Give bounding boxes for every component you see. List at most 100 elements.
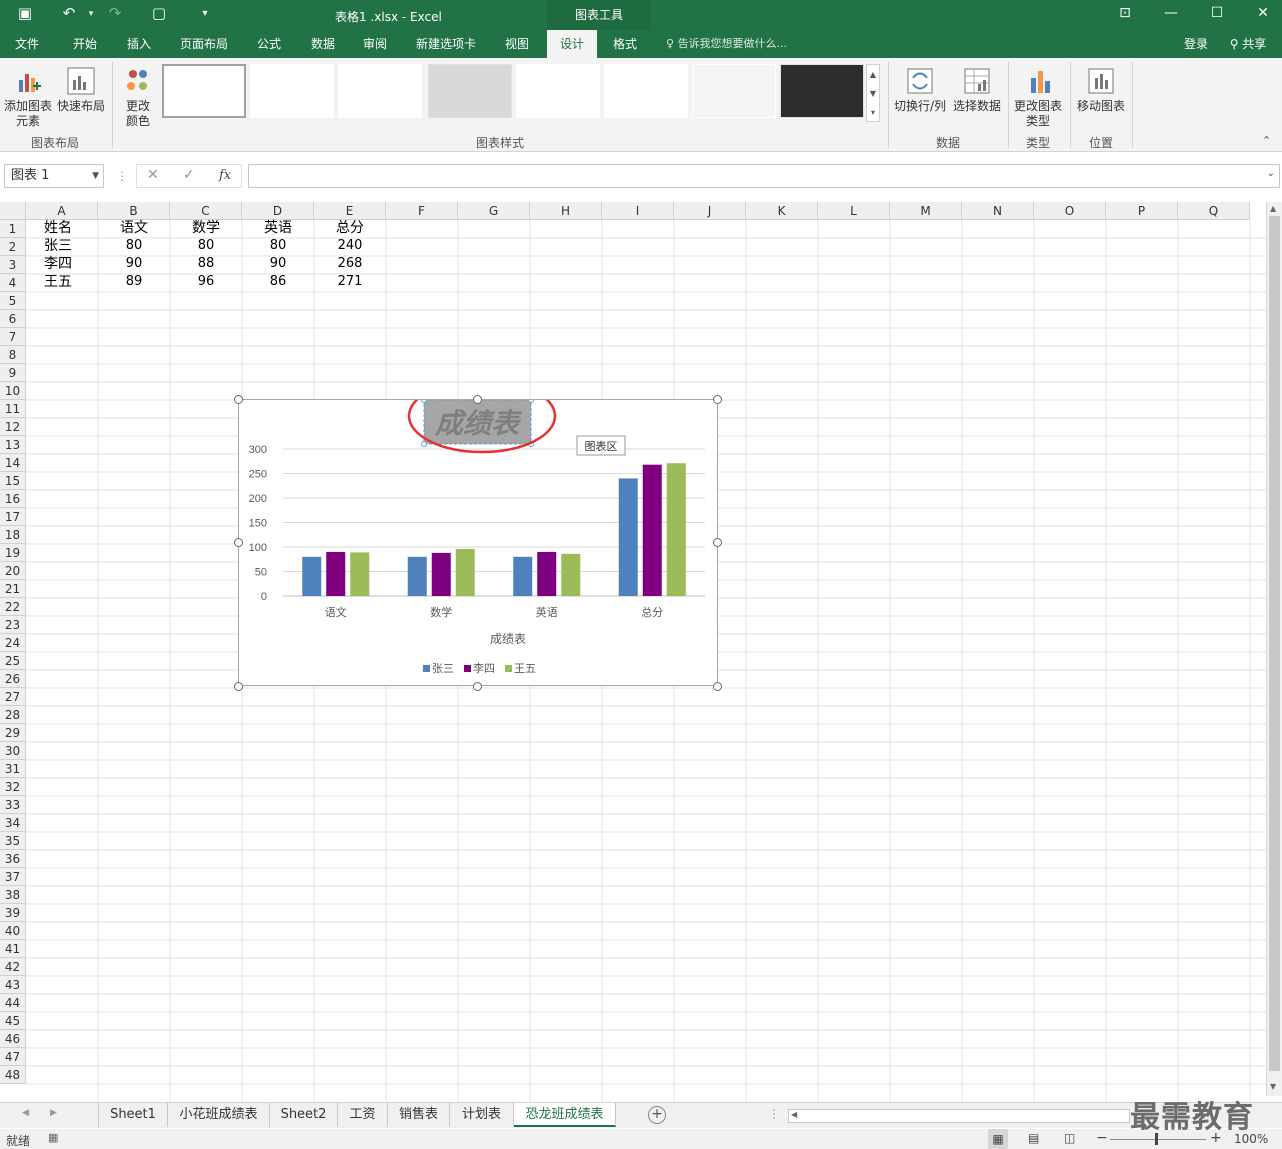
add-sheet-button[interactable]: +: [648, 1106, 666, 1124]
maximize-icon[interactable]: ☐: [1202, 5, 1232, 21]
row-header-38[interactable]: 38: [0, 886, 26, 904]
tab-view[interactable]: 视图: [494, 30, 540, 58]
tab-format[interactable]: 格式: [602, 30, 648, 58]
tab-new[interactable]: 新建选项卡: [406, 30, 486, 58]
switch-row-column-button[interactable]: 切换行/列: [892, 66, 948, 114]
column-header-Q[interactable]: Q: [1178, 202, 1250, 220]
change-chart-type-button[interactable]: 更改图表类型: [1012, 66, 1066, 129]
tell-me-input[interactable]: ♀ 告诉我您想要做什么...: [666, 30, 787, 58]
row-header-31[interactable]: 31: [0, 760, 26, 778]
tab-insert[interactable]: 插入: [116, 30, 162, 58]
tab-review[interactable]: 审阅: [352, 30, 398, 58]
chart-style-7[interactable]: [692, 64, 776, 118]
row-header-41[interactable]: 41: [0, 940, 26, 958]
data-cell[interactable]: 90: [98, 255, 170, 273]
column-header-N[interactable]: N: [962, 202, 1034, 220]
page-break-view-icon[interactable]: ◫: [1064, 1131, 1075, 1145]
row-header-30[interactable]: 30: [0, 742, 26, 760]
column-header-B[interactable]: B: [98, 202, 170, 220]
header-cell[interactable]: 英语: [242, 219, 314, 237]
row-header-25[interactable]: 25: [0, 652, 26, 670]
chart-styles-gallery[interactable]: [158, 64, 866, 122]
column-header-F[interactable]: F: [386, 202, 458, 220]
row-header-13[interactable]: 13: [0, 436, 26, 454]
column-header-G[interactable]: G: [458, 202, 530, 220]
row-header-23[interactable]: 23: [0, 616, 26, 634]
column-header-A[interactable]: A: [26, 202, 98, 220]
sheet-tab-sales[interactable]: 销售表: [388, 1103, 450, 1127]
zoom-out-button[interactable]: −: [1096, 1130, 1108, 1146]
tab-data[interactable]: 数据: [300, 30, 346, 58]
name-box-dropdown-icon[interactable]: ▼: [92, 165, 99, 187]
customize-qa-icon[interactable]: ▾: [194, 8, 216, 19]
column-header-K[interactable]: K: [746, 202, 818, 220]
row-header-26[interactable]: 26: [0, 670, 26, 688]
column-header-P[interactable]: P: [1106, 202, 1178, 220]
horizontal-scrollbar[interactable]: ◀: [788, 1109, 1130, 1123]
row-header-40[interactable]: 40: [0, 922, 26, 940]
insert-function-button[interactable]: fx: [219, 168, 231, 183]
header-cell[interactable]: 总分: [314, 219, 386, 237]
row-header-33[interactable]: 33: [0, 796, 26, 814]
collapse-ribbon-icon[interactable]: ⌃: [1262, 134, 1271, 147]
row-header-10[interactable]: 10: [0, 382, 26, 400]
sheet-tab-xiaohua[interactable]: 小花班成绩表: [168, 1103, 270, 1127]
header-cell[interactable]: 姓名: [44, 219, 72, 237]
change-colors-button[interactable]: 更改颜色: [118, 66, 158, 129]
resize-handle-tr[interactable]: [713, 395, 722, 404]
close-icon[interactable]: ✕: [1248, 5, 1278, 21]
row-header-48[interactable]: 48: [0, 1066, 26, 1084]
share-button[interactable]: ⚲ 共享: [1220, 30, 1276, 58]
next-sheet-icon[interactable]: ▶: [50, 1108, 57, 1118]
row-header-17[interactable]: 17: [0, 508, 26, 526]
expand-formula-icon[interactable]: ⌄: [1267, 168, 1275, 179]
resize-handle-bl[interactable]: [234, 682, 243, 691]
row-header-32[interactable]: 32: [0, 778, 26, 796]
sheet-tab-sheet1[interactable]: Sheet1: [98, 1103, 168, 1127]
row-header-46[interactable]: 46: [0, 1030, 26, 1048]
add-chart-element-button[interactable]: 添加图表元素: [2, 66, 54, 129]
sheet-tab-sheet2[interactable]: Sheet2: [270, 1103, 338, 1127]
row-header-18[interactable]: 18: [0, 526, 26, 544]
data-cell[interactable]: 268: [314, 255, 386, 273]
resize-handle-r[interactable]: [713, 538, 722, 547]
data-cell[interactable]: 90: [242, 255, 314, 273]
resize-handle-l[interactable]: [234, 538, 243, 547]
column-header-D[interactable]: D: [242, 202, 314, 220]
data-cell[interactable]: 张三: [44, 237, 72, 255]
data-cell[interactable]: 96: [170, 273, 242, 291]
zoom-slider[interactable]: [1110, 1139, 1206, 1140]
normal-view-icon[interactable]: ▦: [988, 1129, 1008, 1149]
row-header-4[interactable]: 4: [0, 274, 26, 292]
quick-layout-button[interactable]: 快速布局: [56, 66, 106, 114]
vertical-scrollbar[interactable]: ▲ ▼: [1266, 202, 1282, 1096]
column-header-E[interactable]: E: [314, 202, 386, 220]
ribbon-display-icon[interactable]: ⊡: [1110, 5, 1140, 21]
row-header-36[interactable]: 36: [0, 850, 26, 868]
row-header-20[interactable]: 20: [0, 562, 26, 580]
row-header-42[interactable]: 42: [0, 958, 26, 976]
new-file-icon[interactable]: ▢: [148, 4, 170, 22]
row-header-5[interactable]: 5: [0, 292, 26, 310]
data-cell[interactable]: 80: [170, 237, 242, 255]
header-cell[interactable]: 数学: [170, 219, 242, 237]
row-header-28[interactable]: 28: [0, 706, 26, 724]
chart-style-6[interactable]: [604, 64, 688, 118]
row-header-45[interactable]: 45: [0, 1012, 26, 1030]
chart-style-1[interactable]: [162, 64, 246, 118]
column-header-C[interactable]: C: [170, 202, 242, 220]
row-header-47[interactable]: 47: [0, 1048, 26, 1066]
formula-input[interactable]: ⌄: [248, 164, 1280, 188]
row-header-37[interactable]: 37: [0, 868, 26, 886]
name-box[interactable]: 图表 1 ▼: [4, 164, 104, 188]
row-header-39[interactable]: 39: [0, 904, 26, 922]
row-header-7[interactable]: 7: [0, 328, 26, 346]
row-header-9[interactable]: 9: [0, 364, 26, 382]
login-link[interactable]: 登录: [1176, 30, 1216, 58]
sheet-tab-konglong[interactable]: 恐龙班成绩表: [514, 1103, 616, 1127]
row-header-29[interactable]: 29: [0, 724, 26, 742]
sheet-tab-salary[interactable]: 工资: [338, 1103, 388, 1127]
tab-formulas[interactable]: 公式: [246, 30, 292, 58]
sheet-tab-plan[interactable]: 计划表: [450, 1103, 514, 1127]
prev-sheet-icon[interactable]: ◀: [22, 1108, 29, 1118]
